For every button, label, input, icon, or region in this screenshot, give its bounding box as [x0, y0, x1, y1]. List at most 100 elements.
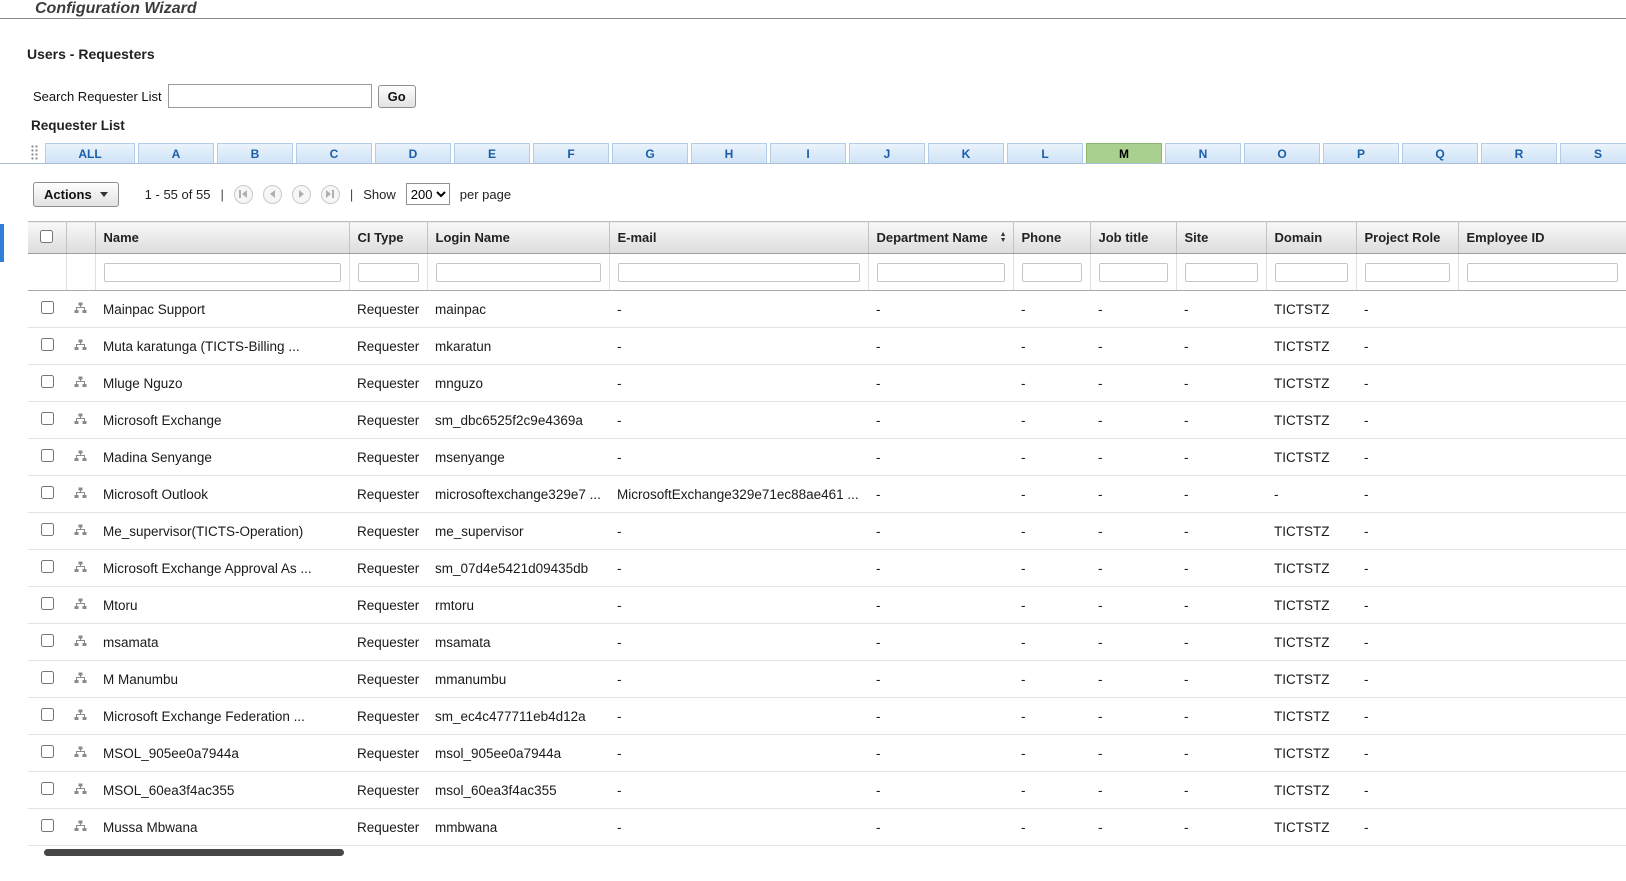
- cell-domain: TICTSTZ: [1266, 364, 1356, 402]
- filter-site-input[interactable]: [1184, 262, 1258, 282]
- table-row[interactable]: Mainpac Support Requester mainpac - - - - - TICT…: [28, 290, 1626, 328]
- table-row[interactable]: Mluge Nguzo Requester mnguzo - - - - - TICTSTZ -: [28, 364, 1626, 402]
- row-checkbox[interactable]: [40, 634, 54, 647]
- row-icon-cell: [66, 623, 95, 661]
- alpha-tab-e[interactable]: E: [454, 143, 530, 163]
- select-all-checkbox[interactable]: [40, 229, 54, 243]
- alpha-tab-s[interactable]: S: [1560, 143, 1626, 163]
- column-header-job_title[interactable]: Job title: [1090, 221, 1177, 254]
- alpha-tab-g[interactable]: G: [612, 143, 688, 163]
- row-checkbox[interactable]: [40, 671, 54, 684]
- alpha-tab-n[interactable]: N: [1165, 143, 1241, 163]
- drag-handle-icon[interactable]: [30, 144, 39, 160]
- filter-project_role-input[interactable]: [1364, 262, 1450, 282]
- cell-ci_type: Requester: [349, 623, 427, 661]
- actions-button[interactable]: Actions: [33, 181, 119, 207]
- first-page-button[interactable]: [233, 184, 253, 204]
- table-row[interactable]: Microsoft Exchange Requester sm_dbc6525f2c…: [28, 401, 1626, 439]
- table-row[interactable]: Me_supervisor(TICTS-Operation) Requester m…: [28, 512, 1626, 550]
- row-checkbox[interactable]: [40, 301, 54, 314]
- table-row[interactable]: Mussa Mbwana Requester mmbwana - - - - - TICTSTZ…: [28, 808, 1626, 846]
- alpha-tab-m[interactable]: M: [1086, 143, 1162, 163]
- scrollbar-thumb[interactable]: [44, 849, 344, 856]
- column-header-name[interactable]: Name: [95, 221, 350, 254]
- column-header-email[interactable]: E-mail: [609, 221, 869, 254]
- filter-login-input[interactable]: [435, 262, 601, 282]
- filter-department-input[interactable]: [876, 262, 1005, 282]
- filter-employee_id-input[interactable]: [1466, 262, 1618, 282]
- alpha-tab-h[interactable]: H: [691, 143, 767, 163]
- alpha-tab-a[interactable]: A: [138, 143, 214, 163]
- table-row[interactable]: MSOL_60ea3f4ac355 Requester msol_60ea3f4ac…: [28, 771, 1626, 809]
- row-checkbox[interactable]: [40, 486, 54, 499]
- cell-job_title: -: [1090, 771, 1176, 809]
- row-checkbox[interactable]: [40, 523, 54, 536]
- row-checkbox[interactable]: [40, 412, 54, 425]
- row-checkbox[interactable]: [40, 745, 54, 758]
- page-size-select[interactable]: 200: [405, 183, 450, 205]
- alpha-tab-d[interactable]: D: [375, 143, 451, 163]
- filter-name-input[interactable]: [103, 262, 341, 282]
- horizontal-scrollbar[interactable]: [0, 846, 1626, 858]
- row-checkbox[interactable]: [40, 782, 54, 795]
- column-header-site[interactable]: Site: [1176, 221, 1267, 254]
- table-row[interactable]: Microsoft Exchange Approval As ... Reques…: [28, 549, 1626, 587]
- table-row[interactable]: Microsoft Outlook Requester microsoftexcha…: [28, 475, 1626, 513]
- row-checkbox[interactable]: [40, 375, 54, 388]
- row-checkbox[interactable]: [40, 449, 54, 462]
- cell-department: -: [868, 623, 1013, 661]
- row-checkbox-cell: [28, 512, 66, 550]
- column-header-login[interactable]: Login Name: [427, 221, 610, 254]
- alpha-tab-c[interactable]: C: [296, 143, 372, 163]
- search-input[interactable]: [167, 84, 372, 108]
- column-label: Department Name: [876, 230, 988, 245]
- alpha-tab-r[interactable]: R: [1481, 143, 1557, 163]
- filter-job_title-input[interactable]: [1098, 262, 1168, 282]
- table-row[interactable]: msamata Requester msamata - - - - - TICTSTZ -: [28, 623, 1626, 661]
- cell-department: -: [868, 697, 1013, 735]
- table-row[interactable]: M Manumbu Requester mmanumbu - - - - - TICTSTZ -: [28, 660, 1626, 698]
- row-checkbox[interactable]: [40, 338, 54, 351]
- cell-site: -: [1176, 327, 1266, 365]
- filter-email-input[interactable]: [617, 262, 860, 282]
- alpha-tab-j[interactable]: J: [849, 143, 925, 163]
- cell-project_role: -: [1356, 290, 1458, 328]
- prev-page-button[interactable]: [262, 184, 282, 204]
- filter-phone-input[interactable]: [1021, 262, 1082, 282]
- alpha-tab-k[interactable]: K: [928, 143, 1004, 163]
- sort-arrows-icon[interactable]: ▲ ▼: [1000, 231, 1007, 244]
- cell-phone: -: [1013, 401, 1090, 439]
- row-checkbox[interactable]: [40, 708, 54, 721]
- alpha-tab-i[interactable]: I: [770, 143, 846, 163]
- column-header-domain[interactable]: Domain: [1266, 221, 1357, 254]
- cell-email: -: [609, 512, 868, 550]
- table-row[interactable]: Microsoft Exchange Federation ... Request…: [28, 697, 1626, 735]
- show-label: Show: [363, 186, 396, 202]
- column-header-phone[interactable]: Phone: [1013, 221, 1091, 254]
- column-header-project_role[interactable]: Project Role: [1356, 221, 1459, 254]
- alpha-tab-l[interactable]: L: [1007, 143, 1083, 163]
- go-button[interactable]: Go: [377, 84, 416, 108]
- alpha-tab-q[interactable]: Q: [1402, 143, 1478, 163]
- alpha-tab-b[interactable]: B: [217, 143, 293, 163]
- cell-job_title: -: [1090, 586, 1176, 624]
- table-row[interactable]: Mtoru Requester rmtoru - - - - - TICTSTZ -: [28, 586, 1626, 624]
- column-header-department[interactable]: Department Name ▲ ▼: [868, 221, 1014, 254]
- alpha-tab-f[interactable]: F: [533, 143, 609, 163]
- table-row[interactable]: Madina Senyange Requester msenyange - - - - - TI…: [28, 438, 1626, 476]
- row-checkbox[interactable]: [40, 597, 54, 610]
- column-header-employee_id[interactable]: Employee ID: [1458, 221, 1626, 254]
- row-checkbox[interactable]: [40, 560, 54, 573]
- alpha-tab-all[interactable]: ALL: [45, 143, 135, 163]
- filter-ci_type-input[interactable]: [357, 262, 419, 282]
- alpha-tab-p[interactable]: P: [1323, 143, 1399, 163]
- next-page-button[interactable]: [291, 184, 311, 204]
- table-row[interactable]: Muta karatunga (TICTS-Billing ... Request…: [28, 327, 1626, 365]
- cell-name: MSOL_905ee0a7944a: [95, 734, 349, 772]
- alpha-tab-o[interactable]: O: [1244, 143, 1320, 163]
- table-row[interactable]: MSOL_905ee0a7944a Requester msol_905ee0a79…: [28, 734, 1626, 772]
- filter-domain-input[interactable]: [1274, 262, 1348, 282]
- row-checkbox[interactable]: [40, 819, 54, 832]
- column-header-ci_type[interactable]: CI Type: [349, 221, 428, 254]
- last-page-button[interactable]: [320, 184, 340, 204]
